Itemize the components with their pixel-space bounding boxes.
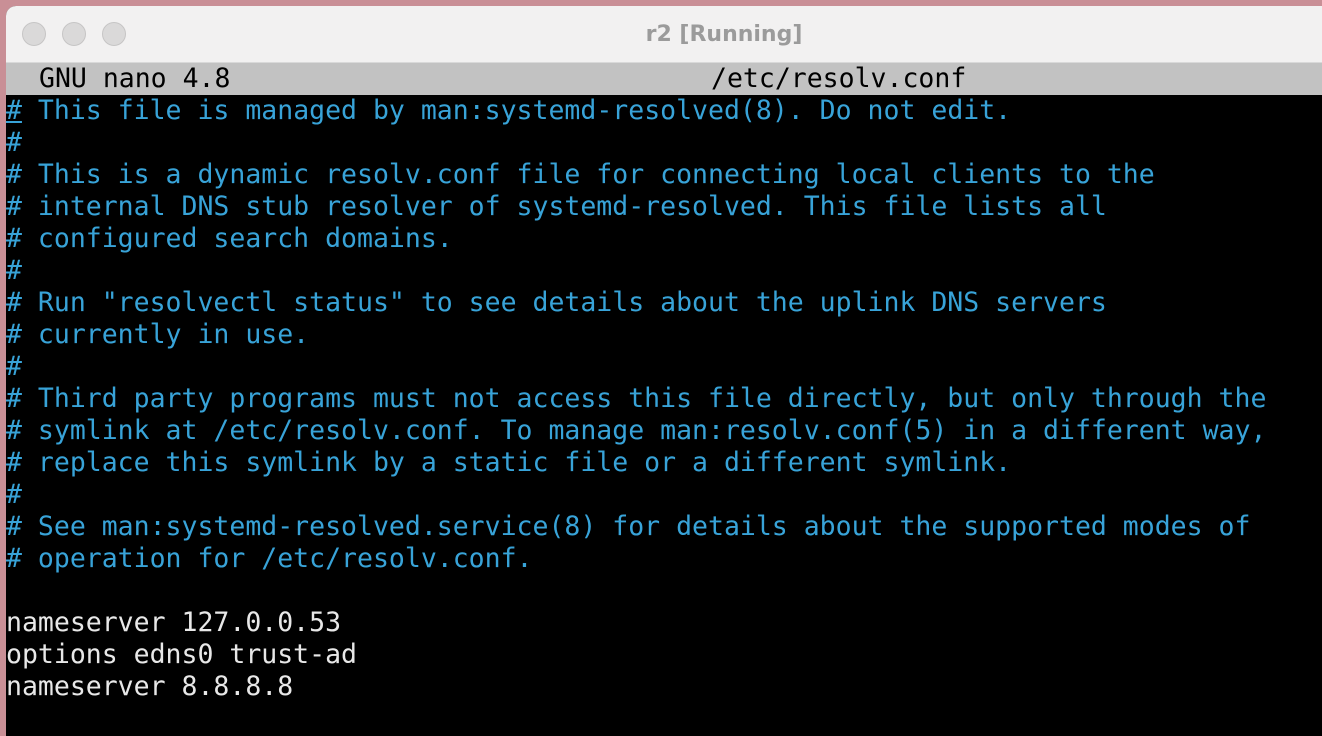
config-line [6, 575, 1322, 607]
vm-window: r2 [Running] GNU nano 4.8 /etc/resolv.co… [6, 6, 1322, 736]
title-bar[interactable]: r2 [Running] [6, 6, 1322, 63]
config-line: options edns0 trust-ad [6, 639, 357, 670]
comment-line: # configured search domains. [6, 223, 453, 254]
config-line: nameserver 8.8.8.8 [6, 671, 294, 702]
nano-version: GNU nano 4.8 [39, 63, 231, 94]
editor-buffer[interactable]: # This file is managed by man:systemd-re… [6, 95, 1322, 703]
comment-line: # operation for /etc/resolv.conf. [6, 543, 533, 574]
comment-line: # Third party programs must not access t… [6, 383, 1267, 414]
comment-line: # [6, 127, 1322, 159]
window-title: r2 [Running] [645, 22, 803, 47]
comment-line: # This is a dynamic resolv.conf file for… [6, 159, 1155, 190]
nano-header: GNU nano 4.8 /etc/resolv.conf [6, 63, 1322, 95]
comment-line: # See man:systemd-resolved.service(8) fo… [6, 511, 1251, 542]
comment-line: # internal DNS stub resolver of systemd-… [6, 191, 1107, 222]
nano-filename: /etc/resolv.conf [711, 63, 967, 94]
comment-line: # This file is managed by man:systemd-re… [6, 95, 1322, 127]
terminal-screen[interactable]: GNU nano 4.8 /etc/resolv.conf # This fil… [6, 63, 1322, 736]
comment-line: # Run "resolvectl status" to see details… [6, 287, 1107, 318]
comment-line: # symlink at /etc/resolv.conf. To manage… [6, 415, 1267, 446]
config-line: nameserver 127.0.0.53 [6, 607, 342, 638]
comment-line: # replace this symlink by a static file … [6, 447, 1012, 478]
comment-line: # currently in use. [6, 319, 310, 350]
comment-line: # [6, 255, 22, 286]
comment-line: # [6, 351, 22, 382]
line-text: This file is managed by man:systemd-reso… [21, 95, 1012, 126]
comment-line: # [6, 479, 22, 510]
